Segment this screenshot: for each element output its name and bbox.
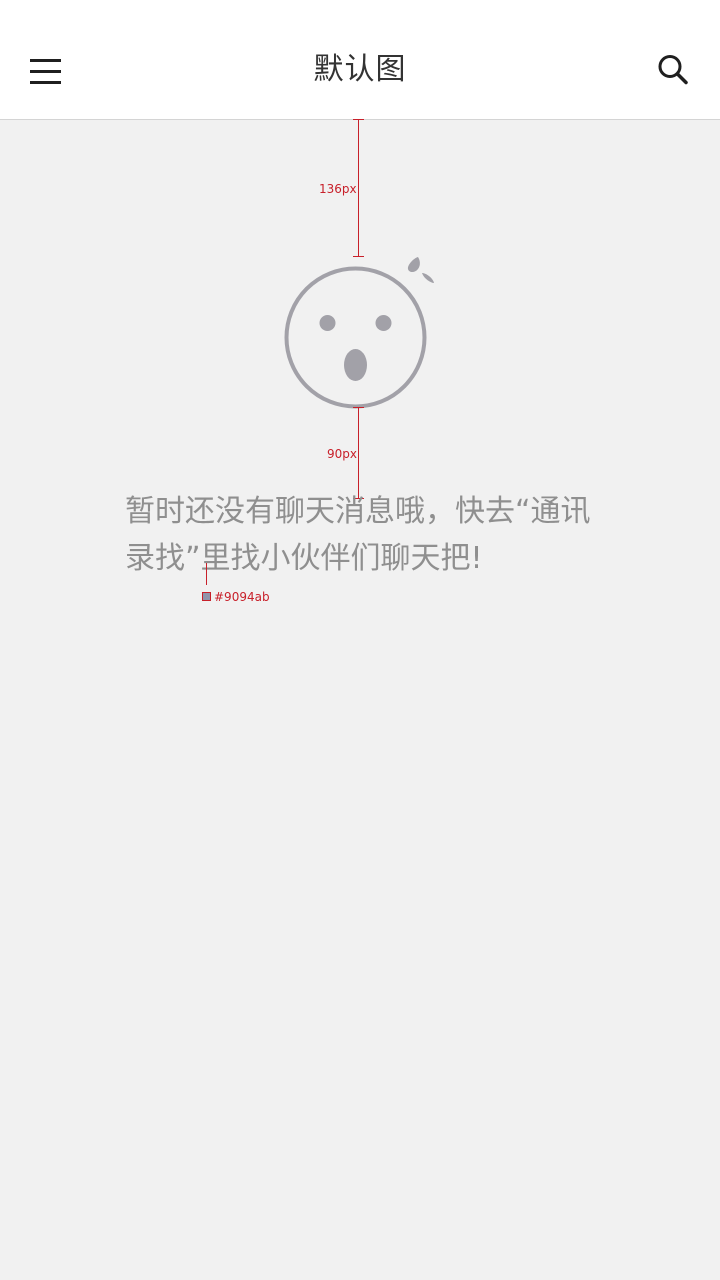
- page: 默认图 136px 90px 暂时还没有聊天消息哦，快去“通讯录找”里找小伙伴们…: [0, 0, 720, 1280]
- spacing-annotation-top-label: 136px: [319, 182, 357, 196]
- spacing-annotation-top-line: [358, 119, 359, 257]
- search-icon: [658, 55, 688, 85]
- search-button[interactable]: [656, 53, 690, 87]
- spacing-annotation-bottom-line: [358, 407, 359, 499]
- empty-state-message: 暂时还没有聊天消息哦，快去“通讯录找”里找小伙伴们聊天把!: [125, 494, 591, 576]
- spacing-annotation-bottom-label: 90px: [327, 447, 357, 461]
- color-swatch: [202, 592, 211, 601]
- color-annotation-label: #9094ab: [214, 590, 270, 604]
- top-app-bar: 默认图: [0, 0, 720, 120]
- page-title: 默认图: [313, 52, 407, 87]
- surprised-face-icon: [284, 257, 434, 409]
- color-annotation-line: [206, 563, 207, 585]
